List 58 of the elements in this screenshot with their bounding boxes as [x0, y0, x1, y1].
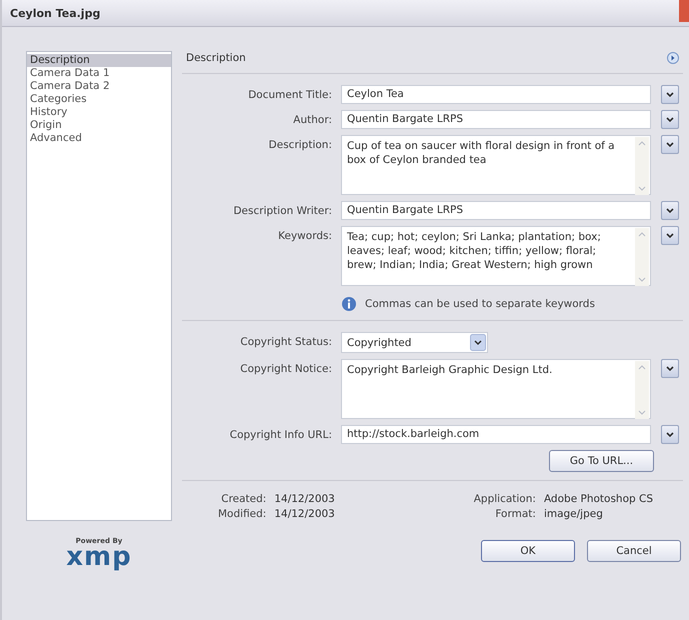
chevron-down-icon	[665, 206, 675, 214]
info-value: 14/12/2003	[274, 493, 335, 505]
field-label: Keywords:	[277, 229, 332, 242]
chevron-down-icon	[665, 232, 675, 240]
dropdown[interactable]: Copyrighted	[341, 332, 488, 353]
info-label: Application:	[474, 493, 536, 505]
info-label: Modified:	[218, 508, 266, 520]
panel-title: Description	[186, 52, 246, 64]
forward-icon[interactable]	[667, 52, 679, 64]
cancel-button[interactable]: Cancel	[587, 540, 681, 562]
window-title: Ceylon Tea.jpg	[10, 6, 100, 20]
sidebar-item[interactable]: History	[27, 106, 171, 119]
text-field[interactable]: http://stock.barleigh.com	[341, 425, 651, 444]
sidebar-item[interactable]: Categories	[27, 93, 171, 106]
menu-button[interactable]	[661, 110, 679, 129]
sidebar-item[interactable]: Description	[27, 54, 171, 67]
text-field[interactable]: Ceylon Tea	[341, 85, 651, 104]
info-value: 14/12/2003	[274, 508, 335, 520]
text-area[interactable]: Copyright Barleigh Graphic Design Ltd.	[341, 359, 651, 419]
hint-text: Commas can be used to separate keywords	[365, 298, 595, 310]
chevron-down-icon	[665, 364, 675, 372]
menu-button[interactable]	[661, 201, 679, 220]
menu-button[interactable]	[661, 135, 679, 154]
field-label: Description Writer:	[232, 204, 332, 217]
field-label: Document Title:	[247, 88, 332, 101]
field-label: Author:	[292, 113, 332, 126]
sidebar-item[interactable]: Advanced	[27, 132, 171, 145]
logo: xmp	[66, 545, 132, 569]
text-field[interactable]: Quentin Bargate LRPS	[341, 110, 651, 129]
menu-button[interactable]	[661, 226, 679, 245]
field-label: Copyright Notice:	[239, 362, 332, 375]
chevron-down-icon	[665, 140, 675, 148]
sidebar-item[interactable]: Camera Data 2	[27, 80, 171, 93]
scrollbar-icon[interactable]	[635, 228, 649, 286]
field-label: Description:	[268, 138, 332, 151]
text-area[interactable]: Tea; cup; hot; ceylon; Sri Lanka; plantation; box; leaves; leaf; wood; kitchen; tiffin; yellow; floral; brew; Indian; India; Great Western; high grown	[341, 226, 651, 286]
scrollbar-icon[interactable]	[635, 137, 649, 195]
info-label: Created:	[220, 493, 266, 505]
field-label: Copyright Info URL:	[228, 428, 332, 441]
info-label: Format:	[494, 508, 536, 520]
chevron-down-icon	[665, 430, 675, 438]
chevron-down-icon	[665, 90, 675, 98]
chevron-down-icon	[470, 334, 486, 351]
menu-button[interactable]	[661, 359, 679, 378]
info-value: image/jpeg	[544, 508, 604, 520]
text-field[interactable]: Quentin Bargate LRPS	[341, 201, 651, 220]
info-value: Adobe Photoshop CS	[544, 493, 653, 505]
text-area[interactable]: Cup of tea on saucer with floral design in front of a box of Ceylon branded tea	[341, 135, 651, 195]
chevron-down-icon	[665, 116, 675, 124]
scrollbar-icon[interactable]	[635, 361, 649, 419]
menu-button[interactable]	[661, 425, 679, 444]
sidebar-item[interactable]: Origin	[27, 119, 171, 132]
go-to-url-button[interactable]: Go To URL...	[549, 450, 654, 472]
info-icon	[341, 296, 357, 312]
sidebar-item[interactable]: Camera Data 1	[27, 67, 171, 80]
field-label: Copyright Status:	[239, 335, 332, 348]
ok-button[interactable]: OK	[481, 540, 575, 562]
menu-button[interactable]	[661, 85, 679, 104]
